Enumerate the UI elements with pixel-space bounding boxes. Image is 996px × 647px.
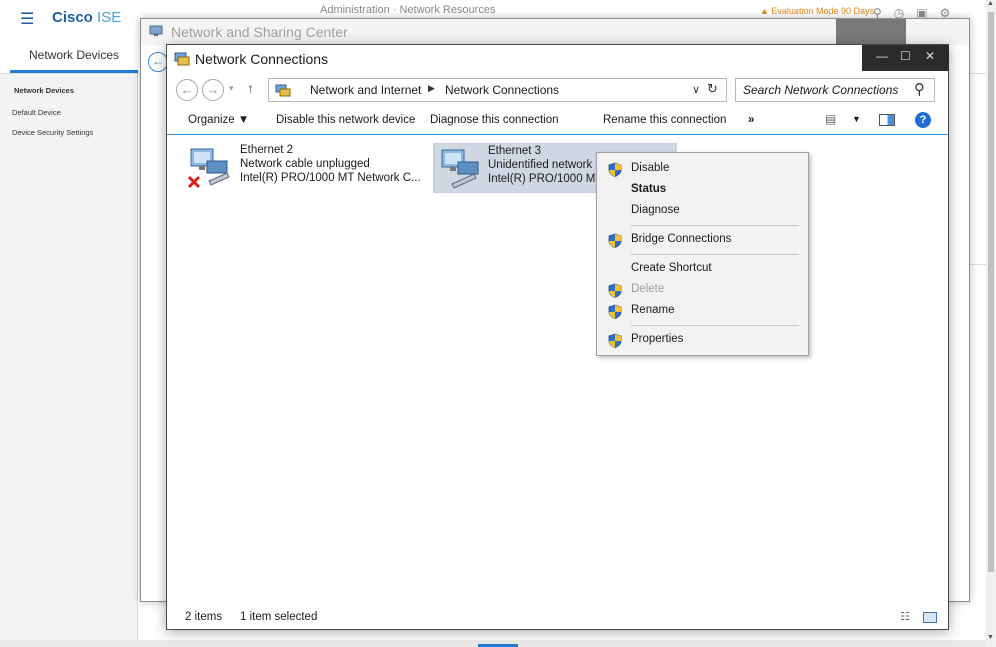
tiles-view-icon[interactable] xyxy=(923,612,937,623)
search-input[interactable] xyxy=(743,83,903,97)
network-adapter-icon xyxy=(441,149,479,189)
status-bar: 2 items 1 item selected ☷ xyxy=(167,607,948,629)
diagnose-button[interactable]: Diagnose this connection xyxy=(430,114,559,126)
context-menu: Disable Status Diagnose Bridge Connections C… xyxy=(596,152,809,356)
nsc-window-controls[interactable] xyxy=(836,19,906,45)
search-icon[interactable]: ⚲ xyxy=(914,80,925,98)
item-count: 2 items xyxy=(185,611,223,623)
organize-label: Organize xyxy=(188,114,235,126)
ise-sidebar: Network Devices Default Device Device Se… xyxy=(0,74,138,647)
disable-device-button[interactable]: Disable this network device xyxy=(276,114,415,126)
menu-item-delete: Delete xyxy=(597,280,808,300)
connection-status: Network cable unplugged xyxy=(240,158,370,170)
breadcrumb-chevron-icon[interactable]: ▶ xyxy=(428,83,435,94)
folder-network-icon xyxy=(275,84,291,97)
connection-adapter: Intel(R) PRO/1000 MT xyxy=(488,173,603,185)
address-bar[interactable]: Network and Internet ▶ Network Connectio… xyxy=(268,78,727,102)
menu-item-label: Create Shortcut xyxy=(631,262,712,274)
scroll-down-icon[interactable]: ▼ xyxy=(987,634,994,641)
organize-button[interactable]: Organize ▼ xyxy=(188,114,249,126)
menu-item-label: Properties xyxy=(631,333,684,345)
view-dropdown-icon[interactable]: ▼ xyxy=(852,114,861,124)
uac-shield-icon xyxy=(608,283,622,298)
menu-separator xyxy=(631,254,799,255)
address-dropdown-icon[interactable]: ∨ xyxy=(692,83,700,96)
close-icon[interactable]: ✕ xyxy=(925,49,935,63)
nsc-titlebar[interactable]: Network and Sharing Center xyxy=(141,19,969,45)
back-arrow-icon[interactable]: ← xyxy=(148,52,168,72)
evaluation-alert[interactable]: ▲ Evaluation Mode 90 Days xyxy=(760,6,874,16)
menu-separator xyxy=(631,325,799,326)
breadcrumb-network-connections[interactable]: Network Connections xyxy=(445,83,559,97)
connection-name: Ethernet 3 xyxy=(488,145,542,157)
menu-item-rename[interactable]: Rename xyxy=(597,301,808,321)
menu-item-label: Disable xyxy=(631,162,670,174)
scroll-up-icon[interactable]: ▲ xyxy=(987,0,994,7)
help-icon[interactable]: ? xyxy=(915,112,931,128)
rename-button[interactable]: Rename this connection xyxy=(603,114,726,126)
sidebar-item-default-device[interactable]: Default Device xyxy=(12,108,61,117)
nc-titlebar[interactable]: Network Connections — ☐ ✕ xyxy=(167,45,949,73)
window-controls: — ☐ ✕ xyxy=(862,45,949,71)
selection-count: 1 item selected xyxy=(240,611,318,623)
menu-item-properties[interactable]: Properties xyxy=(597,330,808,350)
menu-item-disable[interactable]: Disable xyxy=(597,159,808,179)
connection-status: Unidentified network xyxy=(488,159,593,171)
brand-name: Cisco xyxy=(52,9,93,26)
menu-item-label: Status xyxy=(631,183,667,195)
more-commands-button[interactable]: » xyxy=(748,114,754,126)
network-connections-window: Network Connections — ☐ ✕ ← → ▾ ↑ Networ… xyxy=(166,44,949,630)
refresh-icon[interactable]: ↻ xyxy=(707,81,718,97)
connection-name: Ethernet 2 xyxy=(240,144,294,156)
up-icon[interactable]: ↑ xyxy=(247,80,254,96)
ise-brand: Cisco ISE xyxy=(52,9,121,26)
forward-icon[interactable]: → xyxy=(202,79,224,101)
menu-item-label: Delete xyxy=(631,283,665,295)
recent-locations-icon[interactable]: ▾ xyxy=(229,83,234,94)
menu-icon[interactable]: ☰ xyxy=(20,9,34,29)
tab-network-devices[interactable]: Network Devices xyxy=(10,48,138,73)
scrollbar-thumb[interactable] xyxy=(988,12,994,572)
uac-shield-icon xyxy=(608,233,622,248)
menu-item-bridge-connections[interactable]: Bridge Connections xyxy=(597,230,808,250)
connection-ethernet-2[interactable]: Ethernet 2 Network cable unplugged Intel… xyxy=(167,143,427,193)
network-adapter-disconnected-icon xyxy=(187,148,230,189)
connection-adapter: Intel(R) PRO/1000 MT Network C... xyxy=(240,172,421,184)
network-connections-icon xyxy=(174,52,190,66)
uac-shield-icon xyxy=(608,162,622,177)
view-options-icon[interactable]: ▤ xyxy=(825,112,836,126)
menu-item-diagnose[interactable]: Diagnose xyxy=(597,201,808,221)
sidebar-item-network-devices[interactable]: Network Devices xyxy=(14,86,74,95)
nsc-left-pane xyxy=(145,77,167,597)
menu-item-status[interactable]: Status xyxy=(597,180,808,200)
maximize-icon[interactable]: ☐ xyxy=(900,49,911,63)
command-bar: Organize ▼ Disable this network device D… xyxy=(167,107,948,135)
alert-text: Evaluation Mode 90 Days xyxy=(771,6,874,16)
search-box: ⚲ xyxy=(735,78,935,102)
preview-pane-icon[interactable] xyxy=(879,114,895,126)
menu-item-label: Rename xyxy=(631,304,675,316)
address-row: ← → ▾ ↑ Network and Internet ▶ Network C… xyxy=(167,77,948,105)
menu-item-label: Diagnose xyxy=(631,204,680,216)
back-icon[interactable]: ← xyxy=(176,79,198,101)
breadcrumb-network-and-internet[interactable]: Network and Internet xyxy=(310,83,421,97)
network-icon xyxy=(149,25,163,36)
window-title: Network Connections xyxy=(195,51,329,67)
nsc-title: Network and Sharing Center xyxy=(171,24,348,40)
ise-breadcrumb: Administration · Network Resources xyxy=(320,4,496,16)
details-view-icon[interactable]: ☷ xyxy=(900,610,910,623)
menu-item-create-shortcut[interactable]: Create Shortcut xyxy=(597,259,808,279)
minimize-icon[interactable]: — xyxy=(876,49,888,63)
uac-shield-icon xyxy=(608,304,622,319)
menu-item-label: Bridge Connections xyxy=(631,233,732,245)
brand-product: ISE xyxy=(97,9,122,26)
menu-separator xyxy=(631,225,799,226)
uac-shield-icon xyxy=(608,333,622,348)
sidebar-item-device-security-settings[interactable]: Device Security Settings xyxy=(12,128,93,137)
